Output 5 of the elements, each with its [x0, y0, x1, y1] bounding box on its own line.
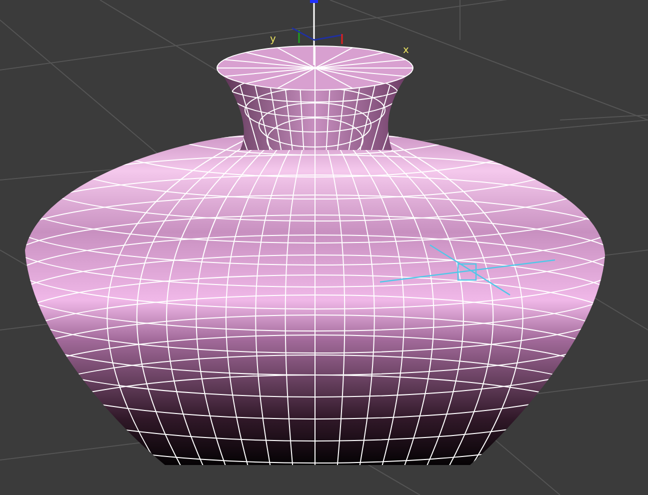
axis-tripod-icon [292, 0, 343, 65]
viewport-canvas[interactable]: y x [0, 0, 648, 495]
axis-label: y [270, 34, 276, 45]
transform-gizmo-icon [380, 244, 556, 296]
axis-label: x [403, 45, 409, 56]
